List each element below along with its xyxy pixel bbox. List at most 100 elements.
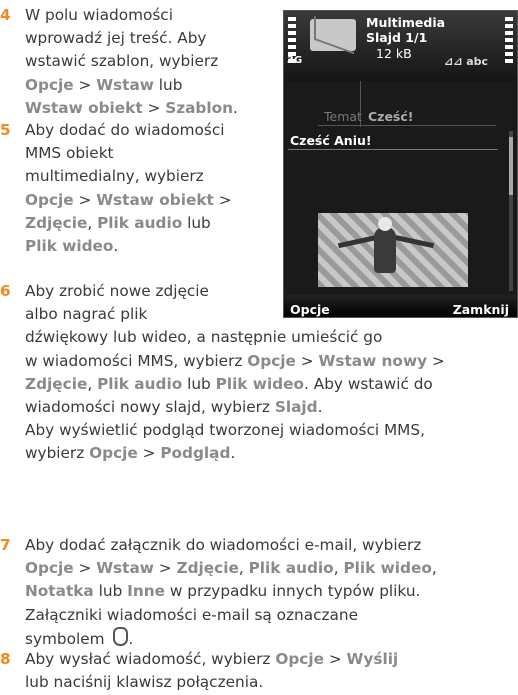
text-segment: symbolem bbox=[25, 629, 110, 648]
text-segment: > bbox=[137, 444, 161, 463]
menu-command: Slajd bbox=[274, 398, 318, 416]
network-indicator: 3G bbox=[287, 55, 303, 66]
paperclip-icon bbox=[113, 626, 129, 646]
step-text-line: Opcje > Wstaw lub bbox=[25, 74, 182, 97]
text-segment: > bbox=[295, 351, 319, 370]
step-text-line: Aby dodać załącznik do wiadomości e-mail… bbox=[25, 534, 421, 557]
step-text-line: multimedialny, wybierz bbox=[25, 165, 204, 188]
menu-command: Plik wideo bbox=[343, 559, 432, 578]
phone-slide-indicator: Slajd 1/1 bbox=[366, 30, 428, 45]
step-text-line: Notatka lub Inne w przypadku innych typó… bbox=[25, 580, 420, 603]
step-text-line: Opcje > Wstaw > Zdjęcie, Plik audio, Pli… bbox=[25, 557, 437, 580]
menu-command: Opcje bbox=[25, 559, 74, 578]
inserted-photo bbox=[318, 213, 468, 287]
menu-command: Wstaw obiekt bbox=[96, 190, 214, 209]
text-segment: > bbox=[73, 75, 97, 94]
text-segment: > bbox=[73, 190, 97, 209]
step-text-line: Aby dodać do wiadomości bbox=[25, 119, 225, 142]
step-text-line: Aby wysłać wiadomość, wybierz Opcje > Wy… bbox=[25, 648, 398, 671]
text-segment: W polu wiadomości bbox=[25, 6, 173, 24]
step-text-line: Aby zrobić nowe zdjęcie bbox=[25, 280, 209, 303]
step-text-line: Plik wideo. bbox=[25, 235, 118, 258]
menu-command: Wstaw bbox=[96, 75, 154, 94]
divider bbox=[318, 125, 496, 126]
text-segment: w wiadomości MMS, wybierz bbox=[25, 351, 248, 370]
softkey-close[interactable]: Zamknij bbox=[453, 298, 509, 317]
menu-command: Plik audio bbox=[97, 213, 183, 232]
text-segment: Aby dodać załącznik do wiadomości e-mail… bbox=[25, 536, 422, 554]
menu-command: Szablon bbox=[165, 98, 234, 117]
text-segment: Aby zrobić nowe zdjęcie bbox=[25, 282, 209, 300]
step-text-line: albo nagrać plik bbox=[25, 303, 147, 326]
text-segment: , bbox=[87, 374, 98, 393]
menu-command: Opcje bbox=[89, 444, 138, 463]
step-text-line: Zdjęcie, Plik audio lub bbox=[25, 212, 211, 235]
text-segment: > bbox=[213, 190, 232, 209]
text-segment: . bbox=[128, 629, 134, 648]
text-segment: wiadomości nowy slajd, wybierz bbox=[25, 398, 275, 416]
text-segment: , bbox=[333, 559, 344, 578]
divider bbox=[288, 149, 498, 150]
text-segment: wybierz bbox=[25, 444, 90, 463]
step-text-line: Załączniki wiadomości e-mail są oznaczan… bbox=[25, 604, 358, 627]
menu-command: Wstaw obiekt bbox=[25, 98, 143, 117]
subject-field[interactable]: Temat Cześć! bbox=[284, 81, 517, 129]
menu-command: Plik audio bbox=[97, 374, 183, 393]
input-mode-indicator: ⊿⊿ abc bbox=[444, 55, 489, 68]
text-segment: albo nagrać plik bbox=[25, 305, 148, 324]
text-segment: dźwiękowy lub wideo, a następnie umieści… bbox=[25, 328, 383, 347]
menu-command: Opcje bbox=[25, 75, 74, 94]
phone-message-size: 12 kB bbox=[376, 46, 412, 61]
menu-command: Plik wideo bbox=[215, 374, 305, 393]
phone-screenshot: Multimedia Slajd 1/1 12 kB 3G ⊿⊿ abc Tem… bbox=[283, 10, 518, 318]
menu-command: Podgląd bbox=[160, 444, 231, 463]
menu-command: Zdjęcie bbox=[25, 213, 88, 232]
step-text-line: wybierz Opcje > Podgląd. bbox=[25, 442, 235, 465]
battery-icon bbox=[505, 17, 513, 65]
step-text-line: wstawić szablon, wybierz bbox=[25, 50, 218, 73]
text-segment: . bbox=[317, 398, 323, 416]
step-text-line: w wiadomości MMS, wybierz Opcje > Wstaw … bbox=[25, 350, 445, 373]
step-text-line: wprowadź jej treść. Aby bbox=[25, 27, 207, 50]
menu-command: Wstaw nowy bbox=[318, 351, 428, 370]
text-segment: > bbox=[323, 650, 347, 668]
text-segment: MMS obiekt bbox=[25, 144, 114, 163]
text-segment: . Aby wstawić do bbox=[304, 374, 433, 393]
step-text-line: Opcje > Wstaw obiekt > bbox=[25, 189, 232, 212]
message-envelope-icon bbox=[310, 19, 356, 51]
text-segment: lub naciśnij klawisz połączenia. bbox=[25, 673, 264, 692]
step-number: 6 bbox=[0, 282, 11, 300]
text-segment: multimedialny, wybierz bbox=[25, 167, 204, 186]
text-segment: . bbox=[113, 237, 119, 255]
menu-command: Plik audio bbox=[248, 559, 334, 578]
text-segment: , bbox=[238, 559, 249, 578]
text-segment: Aby wysłać wiadomość, wybierz bbox=[25, 650, 276, 668]
text-segment: > bbox=[73, 559, 97, 578]
menu-command: Wyślij bbox=[346, 650, 399, 668]
softkey-options[interactable]: Opcje bbox=[290, 298, 330, 317]
phone-title: Multimedia bbox=[366, 15, 446, 30]
scrollbar[interactable] bbox=[509, 131, 513, 291]
step-number: 5 bbox=[0, 121, 11, 139]
menu-command: Zdjęcie bbox=[25, 374, 88, 393]
text-segment: > bbox=[153, 559, 177, 578]
text-segment: w przypadku innych typów pliku. bbox=[165, 582, 421, 601]
step-text-line: lub naciśnij klawisz połączenia. bbox=[25, 671, 263, 694]
text-segment: Aby wyświetlić podgląd tworzonej wiadomo… bbox=[25, 421, 425, 440]
menu-command: Opcje bbox=[275, 650, 324, 668]
step-text-line: wiadomości nowy slajd, wybierz Slajd. bbox=[25, 396, 323, 419]
text-segment: Załączniki wiadomości e-mail są oznaczan… bbox=[25, 605, 359, 624]
text-segment: lub bbox=[182, 213, 211, 232]
step-text-line: MMS obiekt bbox=[25, 142, 114, 165]
menu-command: Opcje bbox=[25, 190, 74, 209]
menu-command: Opcje bbox=[247, 351, 296, 370]
step-number: 7 bbox=[0, 536, 11, 554]
step-text-line: Zdjęcie, Plik audio lub Plik wideo. Aby … bbox=[25, 373, 433, 396]
step-number: 8 bbox=[0, 650, 11, 668]
text-segment: lub bbox=[153, 75, 183, 94]
text-segment: , bbox=[87, 213, 98, 232]
menu-command: Plik wideo bbox=[25, 237, 114, 255]
step-text-line: dźwiękowy lub wideo, a następnie umieści… bbox=[25, 326, 382, 349]
text-segment: . bbox=[233, 98, 238, 117]
menu-command: Zdjęcie bbox=[176, 559, 239, 578]
